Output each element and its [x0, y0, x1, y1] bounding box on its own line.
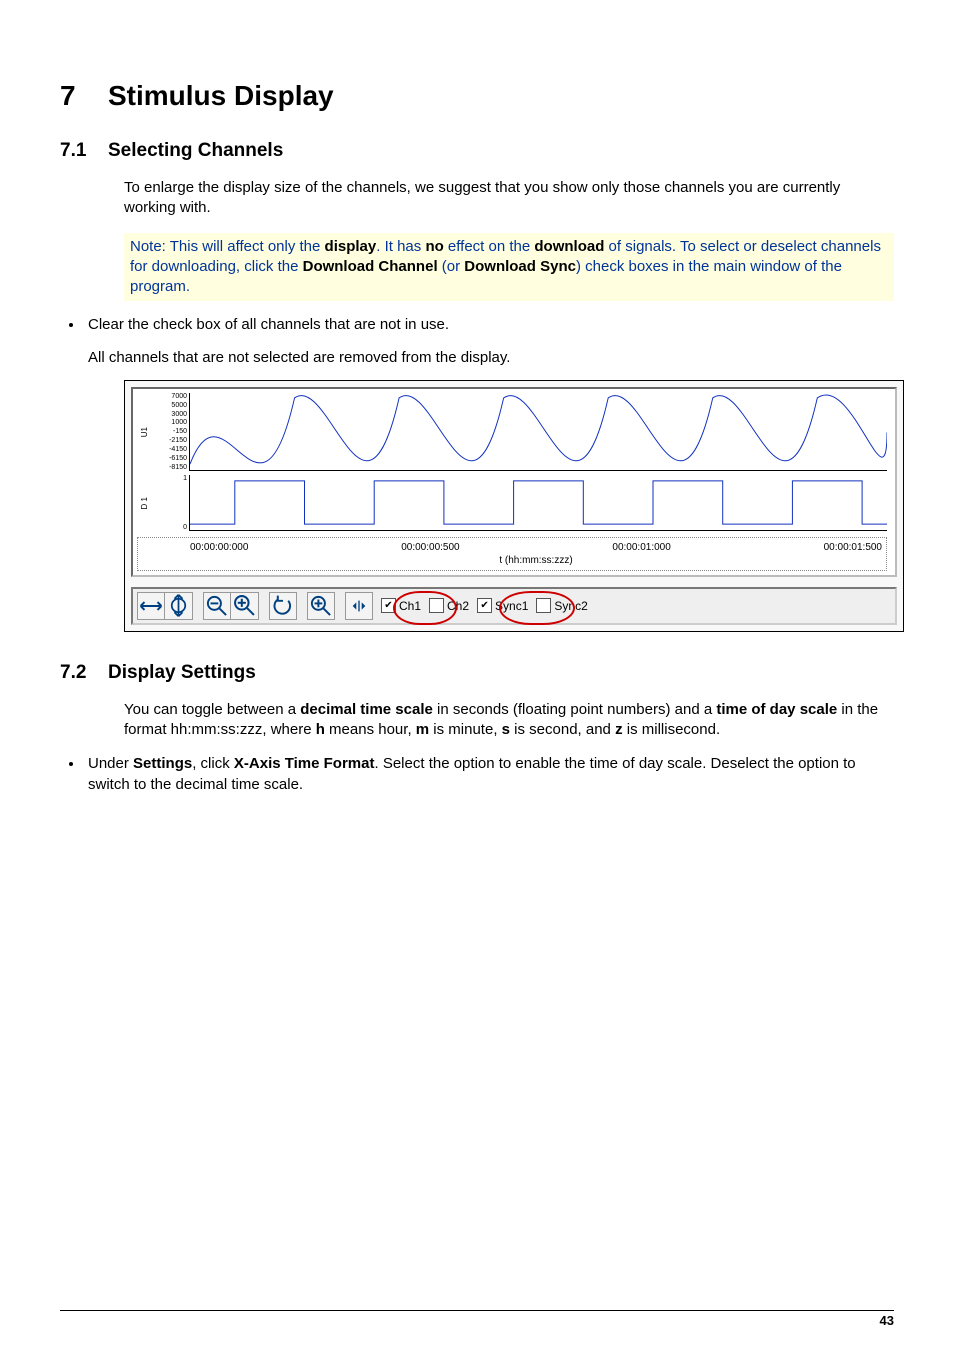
checkbox-icon: [536, 598, 551, 613]
x-axis-label: t (hh:mm:ss:zzz): [190, 555, 882, 566]
x-axis: 00:00:00:000 00:00:00:500 00:00:01:000 0…: [137, 537, 887, 571]
checkbox-icon: [381, 598, 396, 613]
list-item: Under Settings, click X-Axis Time Format…: [84, 754, 894, 795]
list-item: Clear the check box of all channels that…: [84, 315, 894, 368]
section-title: Display Settings: [108, 662, 256, 683]
zoom-region-button[interactable]: [307, 592, 335, 620]
y-axis-label-u1: U1: [140, 427, 149, 437]
checkbox-sync2[interactable]: Sync2: [532, 595, 591, 617]
chapter-title: Stimulus Display: [108, 80, 334, 111]
bullet-list: Under Settings, click X-Axis Time Format…: [84, 754, 894, 795]
pan-horizontal-button[interactable]: [137, 592, 165, 620]
section-number: 7.1: [60, 140, 108, 162]
note-box: Note: This will affect only the display.…: [124, 233, 894, 302]
digital-plot: [189, 475, 887, 531]
paragraph: You can toggle between a decimal time sc…: [124, 700, 894, 741]
pan-vertical-button[interactable]: [165, 592, 193, 620]
y-axis-label-d1: D 1: [140, 497, 149, 509]
stimulus-display-screenshot: U1 7000 5000 3000 1000 -150 -2150 -4150 …: [124, 380, 904, 632]
undo-zoom-button[interactable]: [269, 592, 297, 620]
plot-area: U1 7000 5000 3000 1000 -150 -2150 -4150 …: [131, 387, 897, 577]
checkbox-icon: [429, 598, 444, 613]
y-ticks-upper: 7000 5000 3000 1000 -150 -2150 -4150 -61…: [151, 393, 189, 471]
chapter-number: 7: [60, 80, 108, 112]
zoom-out-button[interactable]: [203, 592, 231, 620]
checkbox-ch2[interactable]: Ch2: [425, 595, 473, 617]
section-title: Selecting Channels: [108, 140, 283, 161]
paragraph: To enlarge the display size of the chann…: [124, 178, 894, 219]
checkbox-icon: [477, 598, 492, 613]
channel-checkboxes: Ch1 Ch2 Sync1 Sync2: [377, 595, 592, 617]
cursor-tool-button[interactable]: [345, 592, 373, 620]
section-7-1-heading: 7.1Selecting Channels: [60, 140, 894, 162]
checkbox-sync1[interactable]: Sync1: [473, 595, 532, 617]
plot-toolbar: Ch1 Ch2 Sync1 Sync2: [131, 587, 897, 625]
analog-plot: [189, 393, 887, 471]
y-ticks-lower: 1 0: [151, 475, 189, 531]
bullet-list: Clear the check box of all channels that…: [84, 315, 894, 368]
section-7-2-heading: 7.2Display Settings: [60, 662, 894, 684]
page-footer: 43: [60, 1310, 894, 1328]
checkbox-ch1[interactable]: Ch1: [377, 595, 425, 617]
zoom-in-button[interactable]: [231, 592, 259, 620]
chapter-heading: 7Stimulus Display: [60, 80, 894, 112]
page-number: 43: [880, 1313, 894, 1328]
section-number: 7.2: [60, 662, 108, 684]
